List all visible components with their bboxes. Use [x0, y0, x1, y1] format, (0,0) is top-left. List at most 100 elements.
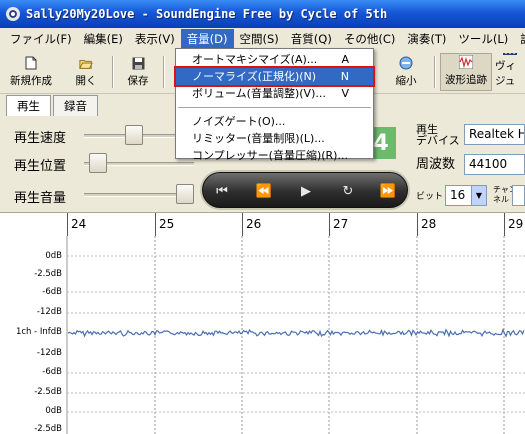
ruler-tick — [67, 213, 68, 237]
speed-slider-thumb[interactable] — [125, 125, 143, 145]
menu-separator — [178, 107, 371, 108]
device-field[interactable]: Realtek HD — [464, 124, 525, 145]
menu-item-limiter[interactable]: リミッター(音量制限)(L)... — [176, 130, 373, 147]
shrink-button[interactable]: 縮小 — [384, 53, 428, 91]
zoom-out-icon — [399, 56, 413, 70]
position-slider-thumb[interactable] — [88, 153, 107, 173]
waveform-icon — [459, 55, 473, 69]
menu-tools[interactable]: ツール(L) — [452, 29, 514, 49]
menu-settings[interactable]: 設 — [514, 29, 525, 49]
play-icon[interactable]: ▶ — [295, 181, 317, 201]
volume-label: 再生音量 — [14, 191, 67, 206]
ruler-tick — [417, 213, 418, 237]
toolbar-separator — [434, 56, 436, 88]
menu-item-label: オートマキシマイズ(A)... — [192, 53, 318, 66]
menu-view[interactable]: 表示(V) — [129, 29, 181, 49]
ruler-label: 25 — [159, 217, 175, 231]
menu-file[interactable]: ファイル(F) — [4, 29, 78, 49]
toolbar-separator — [112, 56, 114, 88]
time-ruler[interactable]: 24 25 26 27 28 29 — [0, 212, 525, 237]
ruler-label: 27 — [333, 217, 349, 231]
folder-open-icon — [79, 56, 93, 70]
menu-item-label: コンプレッサー(音量圧縮)(R)... — [192, 149, 348, 162]
menu-item-normalize[interactable]: ノーマライズ(正規化)(N) N — [174, 66, 375, 87]
open-button-label: 開く — [75, 75, 97, 87]
db-label: -2.5dB — [34, 269, 62, 279]
open-button[interactable]: 開く — [66, 53, 106, 91]
db-label: -6dB — [42, 287, 62, 297]
menu-item-auto-maximize[interactable]: オートマキシマイズ(A)... A — [176, 51, 373, 68]
transport-controls: ⏮ ⏪ ▶ ↻ ⏩ — [202, 172, 408, 208]
save-button-label: 保存 — [127, 75, 149, 87]
ruler-label: 24 — [71, 217, 87, 231]
db-label: -12dB — [36, 348, 62, 358]
fast-forward-icon[interactable]: ⏩ — [377, 181, 399, 201]
waveform-tracking-label: 波形追跡 — [445, 74, 487, 86]
speed-label: 再生速度 — [14, 131, 67, 146]
db-label: -2.5dB — [34, 387, 62, 397]
menu-play[interactable]: 演奏(T) — [401, 29, 452, 49]
menu-bar: ファイル(F) 編集(E) 表示(V) 音量(D) 空間(S) 音質(Q) その… — [0, 28, 525, 50]
menu-edit[interactable]: 編集(E) — [78, 29, 129, 49]
menu-item-shortcut: V — [341, 87, 349, 100]
menu-item-compressor[interactable]: コンプレッサー(音量圧縮)(R)... — [176, 147, 373, 164]
ruler-label: 28 — [421, 217, 437, 231]
visualizer-icon — [503, 53, 517, 55]
volume-menu-dropdown: オートマキシマイズ(A)... A ノーマライズ(正規化)(N) N ボリューム… — [174, 48, 375, 162]
menu-item-volume-adjust[interactable]: ボリューム(音量調整)(V)... V — [176, 85, 373, 102]
shrink-button-label: 縮小 — [395, 75, 417, 87]
ruler-tick — [329, 213, 330, 237]
skip-back-icon[interactable]: ⏮ — [211, 181, 233, 201]
save-button[interactable]: 保存 — [118, 53, 158, 91]
menu-other[interactable]: その他(C) — [338, 29, 402, 49]
channel-label-line2: ネル — [493, 195, 509, 204]
visual-button-label: ヴィジュ — [495, 60, 516, 87]
db-label: -6dB — [42, 367, 62, 377]
ruler-label: 29 — [508, 217, 524, 231]
chevron-down-icon[interactable]: ▼ — [471, 186, 486, 205]
new-button-label: 新規作成 — [10, 75, 52, 87]
menu-item-shortcut: N — [340, 70, 349, 83]
ruler-tick — [504, 213, 505, 237]
db-label: -2.5dB — [34, 424, 62, 434]
db-label: -12dB — [36, 307, 62, 317]
title-bar: Sally20My20Love - SoundEngine Free by Cy… — [0, 0, 525, 28]
toolbar-separator — [163, 56, 165, 88]
db-label: 1ch - InfdB — [15, 327, 62, 337]
window-title: Sally20My20Love - SoundEngine Free by Cy… — [26, 7, 388, 21]
waveform-canvas — [66, 236, 525, 434]
position-label: 再生位置 — [14, 159, 67, 174]
frequency-label: 周波数 — [416, 157, 456, 172]
db-label: 0dB — [45, 406, 62, 416]
db-label: 0dB — [45, 251, 62, 261]
app-icon[interactable] — [6, 7, 20, 21]
bit-label: ビット — [416, 192, 444, 202]
channel-select[interactable] — [512, 185, 525, 206]
menu-item-noise-gate[interactable]: ノイズゲート(O)... — [176, 113, 373, 130]
waveform-view[interactable]: 0dB -2.5dB -6dB -12dB 1ch - InfdB -12dB … — [0, 236, 525, 434]
waveform-line — [67, 327, 525, 338]
waveform-tracking-button[interactable]: 波形追跡 — [440, 53, 492, 91]
menu-item-label: ノーマライズ(正規化)(N) — [192, 70, 317, 83]
menu-item-label: ボリューム(音量調整)(V)... — [192, 87, 326, 100]
visual-button[interactable]: ヴィジュ — [495, 53, 525, 91]
menu-item-label: ノイズゲート(O)... — [192, 115, 286, 128]
ruler-tick — [155, 213, 156, 237]
menu-quality[interactable]: 音質(Q) — [285, 29, 338, 49]
volume-slider-thumb[interactable] — [176, 184, 194, 204]
menu-item-shortcut: A — [341, 53, 349, 66]
menu-space[interactable]: 空間(S) — [234, 29, 285, 49]
menu-volume[interactable]: 音量(D) — [180, 29, 234, 49]
new-button[interactable]: 新規作成 — [4, 53, 58, 91]
tab-playback[interactable]: 再生 — [6, 95, 51, 116]
ruler-tick — [242, 213, 243, 237]
bit-select[interactable]: 16 ▼ — [445, 185, 487, 206]
tab-record[interactable]: 録音 — [53, 95, 98, 116]
menu-item-label: リミッター(音量制限)(L)... — [192, 132, 325, 145]
frequency-field[interactable]: 44100 — [464, 154, 525, 175]
new-file-icon — [24, 56, 38, 70]
device-label-line2: デバイス — [416, 134, 460, 147]
bit-select-value: 16 — [450, 188, 466, 202]
rewind-icon[interactable]: ⏪ — [253, 181, 275, 201]
loop-icon[interactable]: ↻ — [337, 181, 359, 201]
